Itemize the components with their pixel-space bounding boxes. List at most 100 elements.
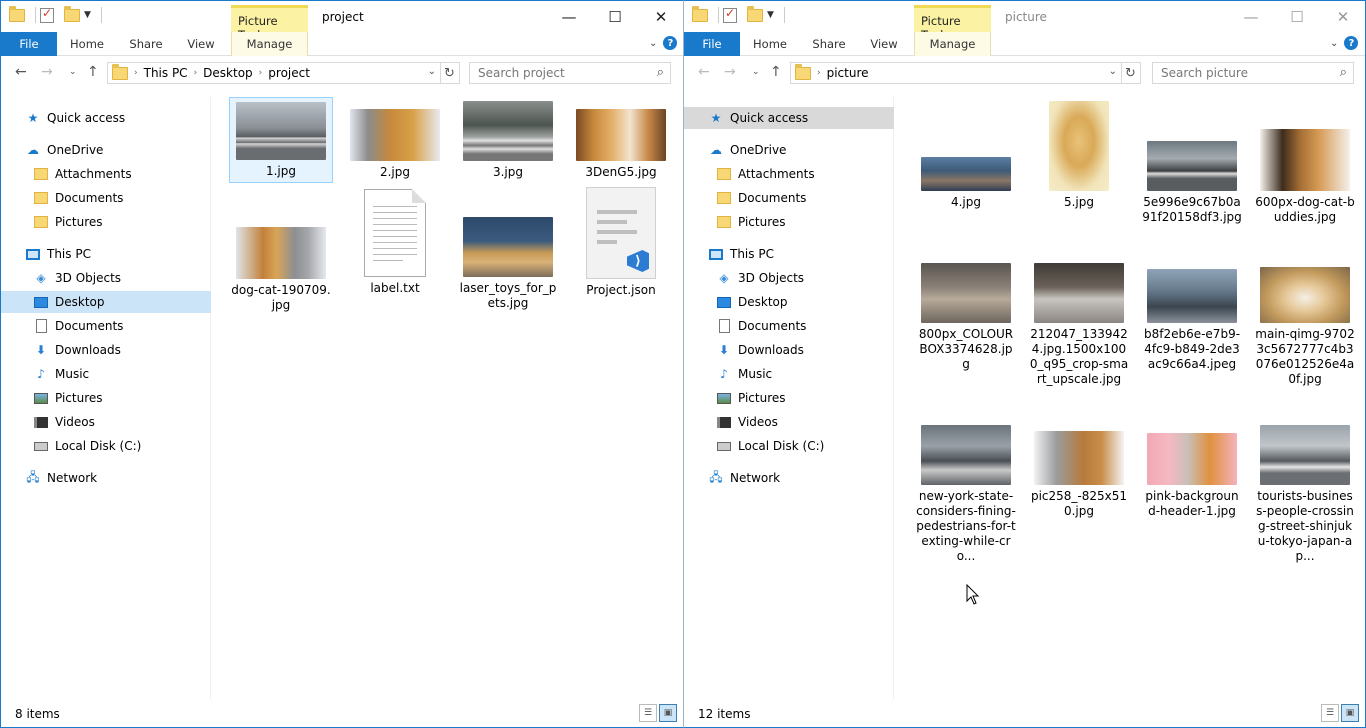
close-button[interactable]: ✕ bbox=[638, 1, 683, 32]
properties-icon[interactable] bbox=[40, 6, 54, 23]
nav-network[interactable]: 🖧 Network bbox=[1, 467, 211, 489]
tab-share[interactable]: Share bbox=[806, 32, 852, 56]
help-icon[interactable]: ? bbox=[663, 36, 678, 50]
help-icon[interactable]: ? bbox=[1344, 36, 1359, 50]
nav-pictures[interactable]: Pictures bbox=[684, 387, 894, 409]
file-item[interactable]: new-york-state-considers-fining-pedestri… bbox=[914, 425, 1018, 564]
tab-file[interactable]: File bbox=[684, 32, 740, 56]
recent-locations-icon[interactable]: ⌄ bbox=[69, 67, 77, 77]
nav-3d-objects[interactable]: ◈ 3D Objects bbox=[684, 267, 894, 289]
nav-downloads[interactable]: ⬇ Downloads bbox=[1, 339, 211, 361]
maximize-button[interactable]: ☐ bbox=[1274, 1, 1320, 32]
tab-home[interactable]: Home bbox=[748, 32, 792, 56]
nav-onedrive[interactable]: ☁ OneDrive bbox=[1, 139, 211, 161]
nav-quick-access[interactable]: ★ Quick access bbox=[684, 107, 894, 129]
file-item[interactable]: 600px-dog-cat-buddies.jpg bbox=[1253, 129, 1357, 225]
file-item[interactable]: label.txt bbox=[343, 189, 447, 296]
search-input[interactable]: Search project ⌕ bbox=[469, 62, 671, 84]
nav-videos[interactable]: Videos bbox=[1, 411, 211, 433]
file-item[interactable]: main-qimg-97023c5672777c4b3076e012526e4a… bbox=[1253, 267, 1357, 387]
forward-arrow-icon[interactable]: → bbox=[724, 64, 736, 80]
file-item[interactable]: 212047_1339424.jpg.1500x1000_q95_crop-sm… bbox=[1027, 263, 1131, 387]
file-item[interactable]: 4.jpg bbox=[914, 157, 1018, 210]
nav-videos[interactable]: Videos bbox=[684, 411, 894, 433]
nav-desktop[interactable]: Desktop bbox=[684, 291, 894, 313]
minimize-button[interactable]: — bbox=[546, 1, 592, 32]
tab-manage[interactable]: Manage bbox=[914, 32, 991, 56]
breadcrumb-this-pc[interactable]: This PC bbox=[138, 66, 194, 80]
expand-ribbon-icon[interactable]: ⌄ bbox=[1330, 38, 1338, 49]
tab-view[interactable]: View bbox=[864, 32, 904, 56]
refresh-button[interactable]: ↻ bbox=[440, 62, 460, 84]
details-view-icon[interactable]: ☰ bbox=[1321, 704, 1339, 722]
nav-onedrive-documents[interactable]: Documents bbox=[1, 187, 211, 209]
new-folder-icon[interactable] bbox=[64, 5, 80, 22]
forward-arrow-icon[interactable]: → bbox=[41, 64, 53, 80]
nav-quick-access[interactable]: ★ Quick access bbox=[1, 107, 211, 129]
customize-toolbar-icon[interactable]: ▼ bbox=[767, 10, 774, 20]
nav-local-disk[interactable]: Local Disk (C:) bbox=[1, 435, 211, 457]
nav-documents[interactable]: Documents bbox=[684, 315, 894, 337]
tab-file[interactable]: File bbox=[1, 32, 57, 56]
file-item[interactable]: 1.jpg bbox=[229, 97, 333, 183]
file-item[interactable]: laser_toys_for_pets.jpg bbox=[456, 217, 560, 311]
file-item[interactable]: 2.jpg bbox=[343, 101, 447, 180]
nav-attachments[interactable]: Attachments bbox=[684, 163, 894, 185]
file-item[interactable]: 5e996e9c67b0a91f20158df3.jpg bbox=[1140, 141, 1244, 225]
nav-desktop[interactable]: Desktop bbox=[1, 291, 211, 313]
address-bar[interactable]: › picture ⌄ bbox=[790, 62, 1122, 84]
minimize-button[interactable]: — bbox=[1228, 1, 1274, 32]
nav-onedrive-documents[interactable]: Documents bbox=[684, 187, 894, 209]
title-bar[interactable]: ▼ Picture Tools picture — ☐ ✕ bbox=[684, 1, 1365, 42]
tab-view[interactable]: View bbox=[181, 32, 221, 56]
back-arrow-icon[interactable]: ← bbox=[698, 64, 710, 80]
large-icons-view-icon[interactable]: ▣ bbox=[1341, 704, 1359, 722]
back-arrow-icon[interactable]: ← bbox=[15, 64, 27, 80]
chevron-down-icon[interactable]: ⌄ bbox=[428, 66, 436, 77]
nav-documents[interactable]: Documents bbox=[1, 315, 211, 337]
breadcrumb-picture[interactable]: picture bbox=[821, 66, 875, 80]
file-item[interactable]: ⟩ Project.json bbox=[569, 187, 673, 298]
file-item[interactable]: pink-background-header-1.jpg bbox=[1140, 433, 1244, 519]
chevron-down-icon[interactable]: ⌄ bbox=[1109, 66, 1117, 77]
address-bar[interactable]: › This PC › Desktop › project ⌄ bbox=[107, 62, 441, 84]
expand-ribbon-icon[interactable]: ⌄ bbox=[649, 38, 657, 49]
up-arrow-icon[interactable]: ↑ bbox=[770, 64, 782, 80]
file-item[interactable]: dog-cat-190709.jpg bbox=[229, 219, 333, 313]
tab-share[interactable]: Share bbox=[123, 32, 169, 56]
nav-local-disk[interactable]: Local Disk (C:) bbox=[684, 435, 894, 457]
nav-music[interactable]: ♪ Music bbox=[684, 363, 894, 385]
close-button[interactable]: ✕ bbox=[1320, 1, 1365, 32]
nav-onedrive-pictures[interactable]: Pictures bbox=[1, 211, 211, 233]
up-arrow-icon[interactable]: ↑ bbox=[87, 64, 99, 80]
nav-pictures[interactable]: Pictures bbox=[1, 387, 211, 409]
nav-this-pc[interactable]: This PC bbox=[1, 243, 211, 265]
nav-3d-objects[interactable]: ◈ 3D Objects bbox=[1, 267, 211, 289]
properties-icon[interactable] bbox=[723, 6, 737, 23]
file-item[interactable]: tourists-business-people-crossing-street… bbox=[1253, 425, 1357, 564]
file-item[interactable]: 3.jpg bbox=[456, 101, 560, 180]
file-item[interactable]: 800px_COLOURBOX3374628.jpg bbox=[914, 263, 1018, 372]
breadcrumb-desktop[interactable]: Desktop bbox=[197, 66, 259, 80]
search-input[interactable]: Search picture ⌕ bbox=[1152, 62, 1354, 84]
nav-onedrive[interactable]: ☁ OneDrive bbox=[684, 139, 894, 161]
file-item[interactable]: 5.jpg bbox=[1027, 101, 1131, 210]
refresh-button[interactable]: ↻ bbox=[1121, 62, 1141, 84]
maximize-button[interactable]: ☐ bbox=[592, 1, 638, 32]
explorer-window-project[interactable]: ▼ Picture Tools project — ☐ ✕ File Home … bbox=[0, 0, 684, 728]
file-item[interactable]: pic258_-825x510.jpg bbox=[1027, 431, 1131, 519]
tab-manage[interactable]: Manage bbox=[231, 32, 308, 56]
customize-toolbar-icon[interactable]: ▼ bbox=[84, 10, 91, 20]
details-view-icon[interactable]: ☰ bbox=[639, 704, 657, 722]
tab-home[interactable]: Home bbox=[65, 32, 109, 56]
file-item[interactable]: 3DenG5.jpg bbox=[569, 101, 673, 180]
new-folder-icon[interactable] bbox=[747, 5, 763, 22]
title-bar[interactable]: ▼ Picture Tools project — ☐ ✕ bbox=[1, 1, 683, 42]
nav-network[interactable]: 🖧 Network bbox=[684, 467, 894, 489]
recent-locations-icon[interactable]: ⌄ bbox=[752, 67, 760, 77]
nav-music[interactable]: ♪ Music bbox=[1, 363, 211, 385]
nav-onedrive-pictures[interactable]: Pictures bbox=[684, 211, 894, 233]
large-icons-view-icon[interactable]: ▣ bbox=[659, 704, 677, 722]
breadcrumb-project[interactable]: project bbox=[262, 66, 316, 80]
file-item[interactable]: b8f2eb6e-e7b9-4fc9-b849-2de3ac9c66a4.jpe… bbox=[1140, 269, 1244, 372]
